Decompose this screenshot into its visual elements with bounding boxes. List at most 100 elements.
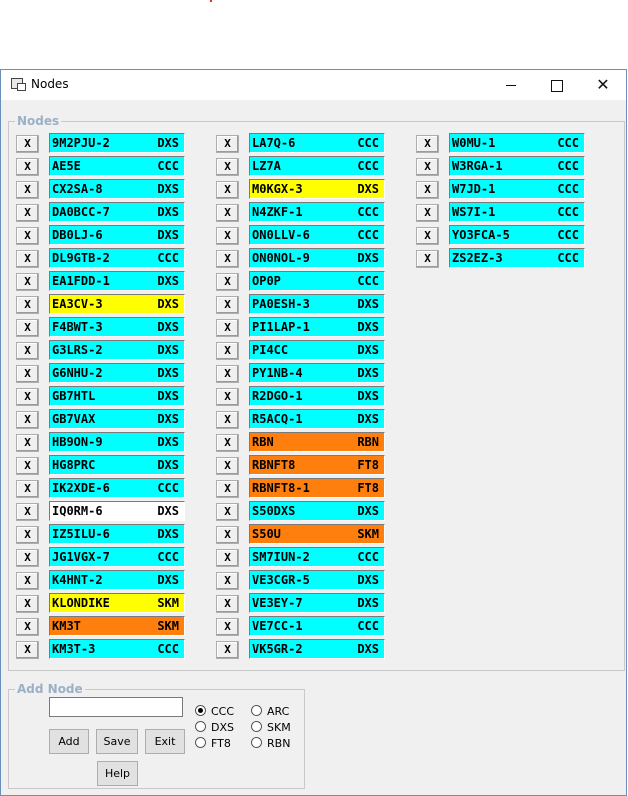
remove-node-button[interactable]: X bbox=[416, 204, 439, 222]
radio-label: FT8 bbox=[211, 737, 231, 750]
remove-node-button[interactable]: X bbox=[416, 250, 439, 268]
node-row: X VE3EY-7 DXS bbox=[216, 593, 386, 613]
node-callsign: SM7IUN-2 bbox=[252, 550, 310, 564]
radio-rbn[interactable]: RBN bbox=[251, 737, 290, 750]
remove-node-button[interactable]: X bbox=[16, 411, 39, 429]
remove-node-button[interactable]: X bbox=[16, 273, 39, 291]
remove-node-button[interactable]: X bbox=[416, 158, 439, 176]
node-type: DXS bbox=[357, 504, 379, 518]
remove-node-button[interactable]: X bbox=[216, 158, 239, 176]
node-row: X VK5GR-2 DXS bbox=[216, 639, 386, 659]
node-callsign: RBN bbox=[252, 435, 274, 449]
remove-node-button[interactable]: X bbox=[216, 204, 239, 222]
remove-node-button[interactable]: X bbox=[16, 296, 39, 314]
remove-node-button[interactable]: X bbox=[16, 572, 39, 590]
node-entry: PI4CC DXS bbox=[249, 340, 385, 360]
node-row: X F4BWT-3 DXS bbox=[16, 317, 186, 337]
remove-node-button[interactable]: X bbox=[16, 227, 39, 245]
remove-node-button[interactable]: X bbox=[216, 480, 239, 498]
node-entry: VE3CGR-5 DXS bbox=[249, 570, 385, 590]
remove-node-button[interactable]: X bbox=[16, 618, 39, 636]
node-row: X N4ZKF-1 CCC bbox=[216, 202, 386, 222]
node-callsign: EA3CV-3 bbox=[52, 297, 103, 311]
radio-label: RBN bbox=[267, 737, 291, 750]
remove-node-button[interactable]: X bbox=[216, 135, 239, 153]
remove-node-button[interactable]: X bbox=[16, 319, 39, 337]
close-button[interactable]: ✕ bbox=[580, 70, 626, 100]
add-button[interactable]: Add bbox=[49, 729, 89, 754]
remove-node-button[interactable]: X bbox=[416, 181, 439, 199]
node-type: CCC bbox=[557, 136, 579, 150]
radio-arc[interactable]: ARC bbox=[251, 705, 289, 718]
node-type: CCC bbox=[357, 550, 379, 564]
remove-node-button[interactable]: X bbox=[16, 388, 39, 406]
remove-node-button[interactable]: X bbox=[216, 250, 239, 268]
node-entry: G3LRS-2 DXS bbox=[49, 340, 185, 360]
remove-node-button[interactable]: X bbox=[216, 618, 239, 636]
minimize-button[interactable] bbox=[488, 70, 534, 100]
remove-node-button[interactable]: X bbox=[216, 411, 239, 429]
node-type: DXS bbox=[357, 251, 379, 265]
maximize-button[interactable] bbox=[534, 70, 580, 100]
remove-node-button[interactable]: X bbox=[16, 503, 39, 521]
node-type: DXS bbox=[357, 412, 379, 426]
node-callsign: 9M2PJU-2 bbox=[52, 136, 110, 150]
radio-ccc[interactable]: CCC bbox=[195, 705, 234, 718]
remove-node-button[interactable]: X bbox=[16, 342, 39, 360]
remove-node-button[interactable]: X bbox=[216, 595, 239, 613]
remove-node-button[interactable]: X bbox=[216, 181, 239, 199]
remove-node-button[interactable]: X bbox=[216, 526, 239, 544]
remove-node-button[interactable]: X bbox=[416, 227, 439, 245]
remove-node-button[interactable]: X bbox=[216, 273, 239, 291]
remove-node-button[interactable]: X bbox=[16, 457, 39, 475]
remove-node-button[interactable]: X bbox=[16, 434, 39, 452]
remove-node-button[interactable]: X bbox=[216, 296, 239, 314]
node-entry: DL9GTB-2 CCC bbox=[49, 248, 185, 268]
remove-node-button[interactable]: X bbox=[16, 480, 39, 498]
node-row: X LA7Q-6 CCC bbox=[216, 133, 386, 153]
radio-ft8[interactable]: FT8 bbox=[195, 737, 231, 750]
remove-node-button[interactable]: X bbox=[216, 342, 239, 360]
node-row: X VE3CGR-5 DXS bbox=[216, 570, 386, 590]
remove-node-button[interactable]: X bbox=[216, 388, 239, 406]
save-button[interactable]: Save bbox=[96, 729, 138, 754]
remove-node-button[interactable]: X bbox=[216, 503, 239, 521]
remove-node-button[interactable]: X bbox=[216, 319, 239, 337]
node-row: X WS7I-1 CCC bbox=[416, 202, 586, 222]
remove-node-button[interactable]: X bbox=[416, 135, 439, 153]
remove-node-button[interactable]: X bbox=[16, 549, 39, 567]
node-row: X JG1VGX-7 CCC bbox=[16, 547, 186, 567]
radio-circle-icon bbox=[195, 737, 206, 748]
remove-node-button[interactable]: X bbox=[16, 158, 39, 176]
remove-node-button[interactable]: X bbox=[216, 457, 239, 475]
node-callsign: WS7I-1 bbox=[452, 205, 496, 219]
node-row: X G6NHU-2 DXS bbox=[16, 363, 186, 383]
help-button[interactable]: Help bbox=[97, 761, 138, 786]
node-row: X RBN RBN bbox=[216, 432, 386, 452]
node-callsign: VE7CC-1 bbox=[252, 619, 303, 633]
remove-node-button[interactable]: X bbox=[16, 250, 39, 268]
remove-node-button[interactable]: X bbox=[16, 365, 39, 383]
exit-button[interactable]: Exit bbox=[145, 729, 185, 754]
remove-node-button[interactable]: X bbox=[16, 641, 39, 659]
remove-node-button[interactable]: X bbox=[216, 365, 239, 383]
radio-skm[interactable]: SKM bbox=[251, 721, 291, 734]
node-type: FT8 bbox=[357, 481, 379, 495]
node-type: CCC bbox=[357, 136, 379, 150]
node-type: DXS bbox=[357, 596, 379, 610]
remove-node-button[interactable]: X bbox=[16, 526, 39, 544]
remove-node-button[interactable]: X bbox=[216, 549, 239, 567]
remove-node-button[interactable]: X bbox=[216, 572, 239, 590]
remove-node-button[interactable]: X bbox=[216, 434, 239, 452]
remove-node-button[interactable]: X bbox=[216, 641, 239, 659]
radio-dxs[interactable]: DXS bbox=[195, 721, 234, 734]
node-row: X GB7VAX DXS bbox=[16, 409, 186, 429]
node-row: X LZ7A CCC bbox=[216, 156, 386, 176]
remove-node-button[interactable]: X bbox=[16, 204, 39, 222]
node-row: X S50DXS DXS bbox=[216, 501, 386, 521]
remove-node-button[interactable]: X bbox=[216, 227, 239, 245]
remove-node-button[interactable]: X bbox=[16, 135, 39, 153]
node-call-input[interactable] bbox=[49, 697, 183, 717]
remove-node-button[interactable]: X bbox=[16, 181, 39, 199]
remove-node-button[interactable]: X bbox=[16, 595, 39, 613]
